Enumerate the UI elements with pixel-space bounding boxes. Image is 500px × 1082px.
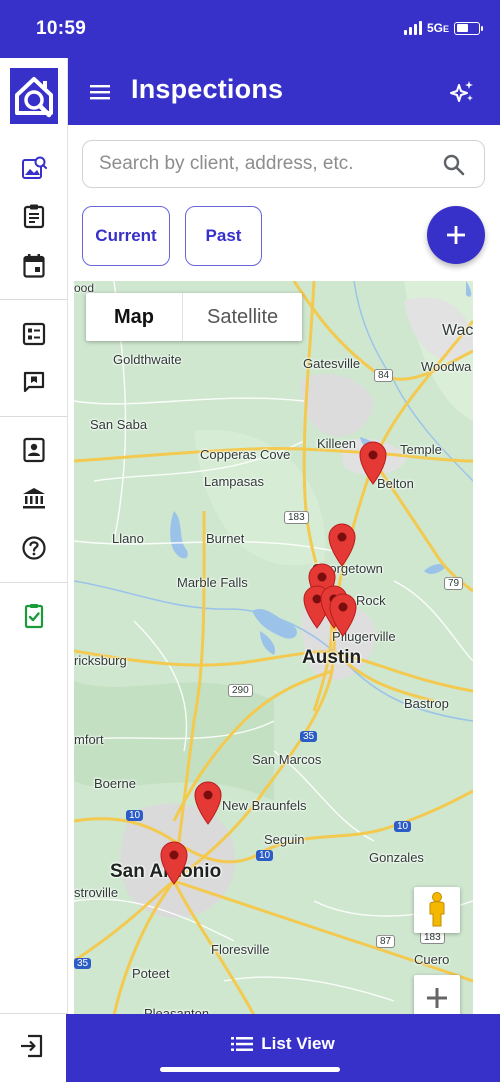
map-label-bastrop: Bastrop	[404, 696, 449, 711]
map-label-goldthwaite: Goldthwaite	[113, 352, 182, 367]
map-label-floresville: Floresville	[211, 942, 270, 957]
bank-icon[interactable]	[18, 482, 50, 514]
map-pin[interactable]	[159, 841, 189, 885]
photo-search-icon[interactable]	[18, 152, 50, 184]
list-view-label: List View	[261, 1034, 335, 1053]
filter-current-button[interactable]: Current	[82, 206, 170, 266]
search-box	[82, 140, 485, 188]
side-rail	[0, 58, 68, 1082]
map-label-seguin: Seguin	[264, 832, 305, 847]
app-header: Inspections	[68, 58, 500, 125]
map-label-killeen: Killeen	[317, 436, 357, 451]
calendar-icon[interactable]	[18, 250, 50, 282]
app-logo[interactable]	[10, 68, 58, 124]
map-label-round-rock: Rock	[356, 593, 386, 608]
map-label-marble-falls: Marble Falls	[177, 575, 248, 590]
rail-divider	[0, 1013, 68, 1014]
search-input[interactable]	[99, 141, 429, 187]
map-label-gatesville: Gatesville	[303, 356, 361, 371]
rail-divider	[0, 582, 68, 583]
map-label-fredericksburg: ricksburg	[74, 653, 127, 668]
checklist-icon[interactable]	[18, 318, 50, 350]
network-type: 5GE	[426, 21, 449, 35]
map-tab-satellite[interactable]: Satellite	[183, 293, 302, 341]
rail-divider	[0, 416, 68, 417]
highway-shield: 183	[284, 511, 309, 524]
home-indicator	[160, 1067, 340, 1072]
sparkle-icon[interactable]	[448, 78, 476, 106]
help-icon[interactable]	[18, 532, 50, 564]
map-label-castroville: stroville	[74, 885, 119, 900]
map-label-boerne: Boerne	[94, 776, 136, 791]
search-icon[interactable]	[442, 153, 466, 177]
clipboard-icon[interactable]	[18, 200, 50, 232]
logout-icon[interactable]	[18, 1032, 50, 1064]
status-time: 10:59	[36, 18, 87, 39]
highway-shield: 87	[376, 935, 396, 948]
highway-shield: 10	[394, 821, 412, 832]
battery-icon	[454, 21, 483, 35]
checkbook-icon[interactable]	[18, 600, 50, 632]
map-label-burnet: Burnet	[206, 531, 245, 546]
map-pin[interactable]	[328, 593, 358, 637]
map-label-san-marcos: San Marcos	[252, 752, 322, 767]
map-pin[interactable]	[358, 441, 388, 485]
highway-shield: 84	[374, 369, 394, 382]
highway-shield: 10	[256, 850, 274, 861]
map-label-cuero: Cuero	[414, 952, 450, 967]
feedback-icon[interactable]	[18, 366, 50, 398]
status-indicators: 5GE	[403, 21, 483, 35]
hamburger-icon[interactable]	[88, 80, 112, 104]
map-tab-map[interactable]: Map	[86, 293, 183, 341]
highway-shield: 79	[444, 577, 464, 590]
map-label-san-saba: San Saba	[90, 417, 148, 432]
map-label-lampasas: Lampasas	[204, 474, 264, 489]
map-label-poteet: Poteet	[132, 966, 170, 981]
map-label-waco: Wac	[442, 322, 473, 339]
highway-shield: 290	[228, 684, 253, 697]
highway-shield: 35	[74, 958, 92, 969]
zoom-in-icon[interactable]	[414, 975, 460, 1015]
map-pin[interactable]	[327, 523, 357, 567]
map-label-gonzales: Gonzales	[369, 850, 424, 865]
map-pin[interactable]	[193, 781, 223, 825]
map-label-llano: Llano	[112, 531, 144, 546]
list-icon	[231, 1037, 254, 1051]
signal-icon	[403, 21, 422, 35]
map-type-toggle: Map Satellite	[86, 293, 303, 341]
map-label-new-braunfels: New Braunfels	[222, 798, 307, 813]
map-label-woodway: Woodwa	[421, 359, 472, 374]
filter-past-button[interactable]: Past	[185, 206, 262, 266]
pegman-icon[interactable]	[414, 887, 460, 933]
rail-divider	[0, 299, 68, 300]
page-title: Inspections	[131, 74, 284, 104]
contacts-icon[interactable]	[18, 434, 50, 466]
map-label-temple: Temple	[400, 442, 442, 457]
highway-shield: 10	[126, 810, 144, 821]
map-label-comfort: mfort	[74, 732, 104, 747]
map-label-copperas-cove: Copperas Cove	[200, 447, 291, 462]
plus-icon	[447, 226, 465, 244]
add-inspection-button[interactable]	[427, 206, 485, 264]
highway-shield: 35	[300, 731, 318, 742]
map-view[interactable]: Goldthwaite Gatesville Woodwa Wac ood Sa…	[74, 281, 473, 1015]
status-bar: 10:59 5GE	[0, 0, 500, 58]
map-label-austin: Austin	[302, 647, 362, 668]
